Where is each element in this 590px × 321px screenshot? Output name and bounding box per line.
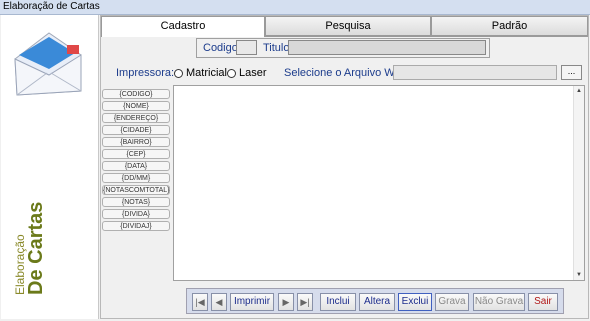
token-button[interactable]: {DD/MM} bbox=[102, 173, 170, 183]
radio-circle-icon bbox=[174, 68, 183, 78]
token-button[interactable]: {DIVIDA} bbox=[102, 209, 170, 219]
print-button[interactable]: Imprimir bbox=[230, 293, 274, 311]
save-button[interactable]: Grava bbox=[435, 293, 469, 311]
titulo-field[interactable] bbox=[288, 40, 486, 55]
tab-divider bbox=[265, 36, 588, 37]
letter-body-textarea[interactable]: ▲ ▼ bbox=[173, 85, 585, 281]
radio-circle-icon bbox=[227, 68, 236, 78]
token-button[interactable]: {CIDADE} bbox=[102, 125, 170, 135]
token-button[interactable]: {NOTAS} bbox=[102, 197, 170, 207]
brand-label: Elaboração De Cartas bbox=[13, 202, 48, 295]
left-brand-panel: Elaboração De Cartas bbox=[1, 15, 99, 319]
delete-button[interactable]: Exclui bbox=[398, 293, 432, 311]
radio-laser[interactable]: Laser bbox=[227, 67, 267, 79]
vertical-scrollbar[interactable]: ▲ ▼ bbox=[573, 86, 584, 280]
token-button[interactable]: {ENDEREÇO} bbox=[102, 113, 170, 123]
tab-padrao[interactable]: Padrão bbox=[431, 16, 588, 36]
word-file-field[interactable] bbox=[393, 65, 557, 80]
prev-record-button[interactable]: ◀ bbox=[211, 293, 227, 311]
token-button[interactable]: {DIVIDAJ} bbox=[102, 221, 170, 231]
envelope-icon bbox=[14, 32, 82, 96]
token-button[interactable]: {BAIRRO} bbox=[102, 137, 170, 147]
next-record-button[interactable]: ▶ bbox=[278, 293, 294, 311]
codigo-field[interactable] bbox=[236, 40, 257, 55]
token-button[interactable]: {DATA} bbox=[102, 161, 170, 171]
scroll-down-icon[interactable]: ▼ bbox=[576, 272, 582, 278]
exit-button[interactable]: Sair bbox=[528, 293, 558, 311]
window-titlebar: Elaboração de Cartas bbox=[0, 0, 590, 15]
tab-pesquisa[interactable]: Pesquisa bbox=[265, 16, 431, 36]
scroll-up-icon[interactable]: ▲ bbox=[576, 88, 582, 94]
alter-button[interactable]: Altera bbox=[359, 293, 395, 311]
tab-cadastro[interactable]: Cadastro bbox=[101, 16, 265, 37]
action-toolbar: |◀ ◀ Imprimir ▶ ▶| Inclui Altera Exclui … bbox=[186, 288, 564, 314]
impressora-label: Impressora: bbox=[116, 67, 175, 79]
token-button[interactable]: {NOME} bbox=[102, 101, 170, 111]
token-button[interactable]: {CEP} bbox=[102, 149, 170, 159]
first-record-button[interactable]: |◀ bbox=[192, 293, 208, 311]
radio-matricial-label: Matricial bbox=[186, 67, 227, 79]
radio-laser-label: Laser bbox=[239, 67, 267, 79]
cancel-save-button[interactable]: Não Grava bbox=[473, 293, 525, 311]
brand-line2: De Cartas bbox=[25, 201, 47, 295]
token-button[interactable]: {NOTASCOMTOTAL} bbox=[102, 185, 170, 195]
window-title: Elaboração de Cartas bbox=[3, 1, 100, 12]
include-button[interactable]: Inclui bbox=[320, 293, 356, 311]
last-record-button[interactable]: ▶| bbox=[297, 293, 313, 311]
browse-button[interactable]: ... bbox=[561, 65, 582, 80]
radio-matricial[interactable]: Matricial bbox=[174, 67, 227, 79]
token-button[interactable]: {CODIGO} bbox=[102, 89, 170, 99]
